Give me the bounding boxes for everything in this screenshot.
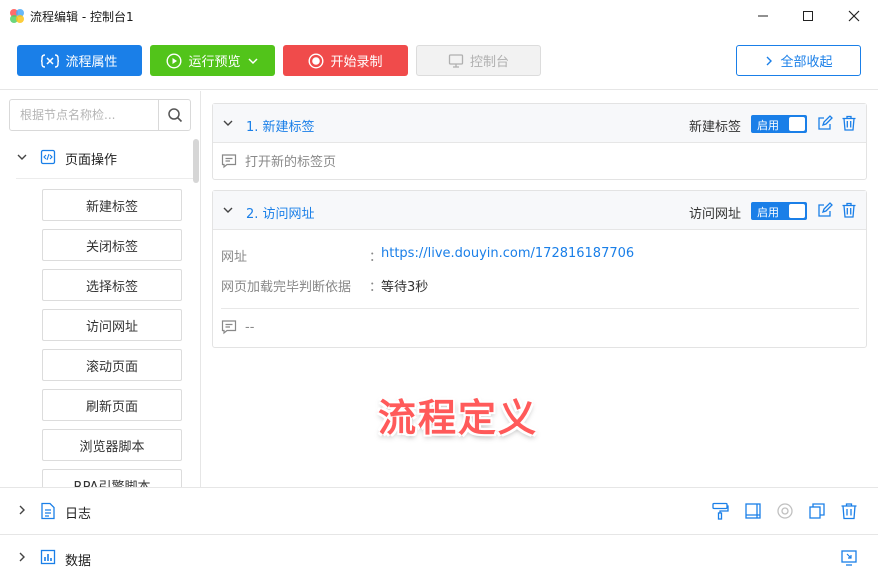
log-panel-header[interactable]: 日志 xyxy=(0,487,878,534)
node-browser-script[interactable]: 浏览器脚本 xyxy=(42,429,182,461)
data-panel-header[interactable]: 数据 xyxy=(0,534,878,582)
close-icon xyxy=(848,10,860,22)
minimize-icon xyxy=(758,15,768,17)
data-preview-button[interactable] xyxy=(839,548,859,568)
chevron-down-icon[interactable] xyxy=(222,117,234,129)
monitor-icon xyxy=(448,53,464,68)
data-label: 数据 xyxy=(65,554,92,569)
panel-icon xyxy=(745,503,761,519)
run-preview-button[interactable]: 运行预览 xyxy=(150,45,275,76)
step-header[interactable]: 1. 新建标签 新建标签 启用 xyxy=(213,104,866,143)
comment-text: -- xyxy=(245,319,255,335)
window-title: 流程编辑 - 控制台1 xyxy=(30,10,134,24)
screen-preview-icon xyxy=(841,550,857,566)
flow-definition-area: 1. 新建标签 新建标签 启用 打开新的标签页 2. 访问网址 访问网址 启用 … xyxy=(202,91,878,487)
comment-icon xyxy=(221,320,237,335)
node-scroll-page[interactable]: 滚动页面 xyxy=(42,349,182,381)
document-icon xyxy=(41,502,55,520)
toggle-label: 启用 xyxy=(757,119,779,132)
console-button[interactable]: 控制台 xyxy=(416,45,541,76)
node-rpa-engine-script[interactable]: RPA引擎脚本 xyxy=(42,469,182,487)
log-label: 日志 xyxy=(65,507,92,522)
enable-toggle[interactable]: 启用 xyxy=(751,115,807,133)
category-page-operations[interactable]: 页面操作 xyxy=(0,139,193,175)
format-brush-button[interactable] xyxy=(710,501,730,521)
paint-brush-icon xyxy=(712,502,729,520)
step-header[interactable]: 2. 访问网址 访问网址 启用 xyxy=(213,191,866,230)
copy-button[interactable] xyxy=(807,501,827,521)
overlay-caption: 流程定义 xyxy=(378,396,539,440)
prop-value-url[interactable]: https://live.douyin.com/172816187706 xyxy=(381,246,634,261)
node-search xyxy=(9,99,191,131)
toolbar: 流程属性 运行预览 开始录制 控制台 全部收起 xyxy=(0,32,878,90)
prop-label-load-condition: 网页加载完毕判断依据 xyxy=(221,280,352,295)
node-library-panel: 页面操作 新建标签 关闭标签 选择标签 访问网址 滚动页面 刷新页面 浏览器脚本… xyxy=(0,91,201,487)
category-label: 页面操作 xyxy=(65,153,118,168)
node-refresh-page[interactable]: 刷新页面 xyxy=(42,389,182,421)
clear-log-button[interactable] xyxy=(839,501,859,521)
run-preview-label: 运行预览 xyxy=(188,55,241,70)
node-new-tab[interactable]: 新建标签 xyxy=(42,189,182,221)
edit-icon[interactable] xyxy=(817,202,833,218)
record-icon xyxy=(308,52,324,69)
title-bar: 流程编辑 - 控制台1 xyxy=(0,0,878,32)
variable-icon xyxy=(41,53,60,68)
trash-icon[interactable] xyxy=(841,202,857,218)
edit-icon[interactable] xyxy=(817,115,833,131)
step-title[interactable]: 1. 新建标签 xyxy=(246,116,315,135)
step-title[interactable]: 2. 访问网址 xyxy=(246,203,315,222)
step-card-1: 1. 新建标签 新建标签 启用 打开新的标签页 xyxy=(212,103,867,180)
node-visit-url[interactable]: 访问网址 xyxy=(42,309,182,341)
chevron-down-icon[interactable] xyxy=(222,204,234,216)
divider xyxy=(16,178,193,179)
prop-value-load-condition: 等待3秒 xyxy=(381,280,429,295)
step-comment: 打开新的标签页 xyxy=(221,151,336,170)
flow-properties-button[interactable]: 流程属性 xyxy=(17,45,142,76)
trash-icon xyxy=(841,503,857,520)
maximize-button[interactable] xyxy=(786,0,830,32)
step-card-2: 2. 访问网址 访问网址 启用 网址 ： https://live.douyin… xyxy=(212,190,867,348)
chevron-down-icon xyxy=(17,154,27,160)
panel-layout-button[interactable] xyxy=(743,501,763,521)
step-comment: -- xyxy=(221,319,254,335)
toggle-label: 启用 xyxy=(757,206,779,219)
target-icon xyxy=(777,503,793,519)
play-icon xyxy=(166,52,182,69)
comment-text: 打开新的标签页 xyxy=(245,155,337,170)
chevron-right-icon xyxy=(19,552,25,562)
sidebar-scrollbar[interactable] xyxy=(193,139,199,183)
step-type: 访问网址 xyxy=(688,207,741,222)
maximize-icon xyxy=(803,11,813,21)
console-label: 控制台 xyxy=(469,55,509,70)
toggle-knob xyxy=(789,117,805,131)
copy-icon xyxy=(809,503,825,519)
trash-icon[interactable] xyxy=(841,115,857,131)
start-recording-label: 开始录制 xyxy=(330,55,383,70)
chevron-right-icon xyxy=(766,56,773,65)
node-search-input[interactable] xyxy=(10,100,159,130)
start-recording-button[interactable]: 开始录制 xyxy=(283,45,408,76)
collapse-all-label: 全部收起 xyxy=(780,55,833,70)
comment-icon xyxy=(221,153,237,168)
prop-label-url: 网址 xyxy=(221,250,248,265)
collapse-all-button[interactable]: 全部收起 xyxy=(736,45,861,76)
search-button[interactable] xyxy=(158,100,190,130)
divider xyxy=(221,308,859,309)
minimize-button[interactable] xyxy=(741,0,785,32)
chevron-down-icon xyxy=(247,57,258,64)
code-file-icon xyxy=(40,149,56,165)
step-type: 新建标签 xyxy=(688,120,741,135)
node-select-tab[interactable]: 选择标签 xyxy=(42,269,182,301)
search-icon xyxy=(167,108,182,123)
toggle-knob xyxy=(789,204,805,218)
bar-chart-icon xyxy=(40,549,56,565)
node-close-tab[interactable]: 关闭标签 xyxy=(42,229,182,261)
target-button[interactable] xyxy=(775,501,795,521)
app-logo-icon xyxy=(10,9,24,23)
close-button[interactable] xyxy=(832,0,876,32)
chevron-right-icon xyxy=(19,505,25,515)
flow-properties-label: 流程属性 xyxy=(65,55,118,70)
enable-toggle[interactable]: 启用 xyxy=(751,202,807,220)
